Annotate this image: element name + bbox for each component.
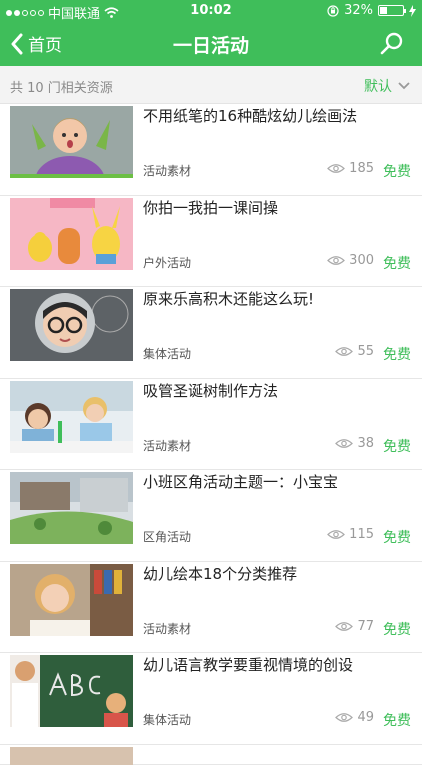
- item-category: 户外活动: [143, 255, 192, 270]
- view-count: 185: [327, 161, 374, 176]
- list-item[interactable]: 幼儿绘本18个分类推荐 活动素材 77 免费: [0, 561, 422, 653]
- status-right: 32%: [327, 3, 416, 18]
- chevron-down-icon: [398, 82, 410, 90]
- view-count-value: 77: [357, 618, 374, 634]
- price-label: 免费: [383, 347, 411, 363]
- eye-icon: [327, 530, 346, 539]
- view-count-value: 49: [357, 710, 374, 725]
- charging-icon: [409, 4, 416, 17]
- view-count: 38: [335, 436, 374, 451]
- item-title: 原来乐高积木还能这么玩!: [143, 290, 315, 308]
- search-button[interactable]: [380, 32, 404, 60]
- navigation-bar: 首页 一日活动: [0, 22, 422, 66]
- list-item[interactable]: 吸管圣诞树制作方法 活动素材 38 免费: [0, 378, 422, 470]
- item-title: 幼儿绘本18个分类推荐: [143, 564, 298, 583]
- eye-icon: [335, 438, 354, 448]
- list-item[interactable]: 不用纸笔的16种酷炫幼儿绘画法 活动素材 185 免费: [0, 104, 422, 196]
- price-label: 免费: [383, 530, 411, 546]
- item-title: 吸管圣诞树制作方法: [143, 381, 279, 400]
- back-label: 首页: [28, 36, 62, 56]
- item-title: 不用纸笔的16种酷炫幼儿绘画法: [143, 107, 358, 125]
- thumbnail-image: [10, 380, 133, 453]
- battery-fill: [380, 7, 388, 14]
- view-count: 115: [327, 527, 374, 542]
- thumbnail-image: [10, 197, 133, 270]
- price-label: 免费: [383, 438, 411, 455]
- price-label: 免费: [383, 255, 411, 272]
- thumbnail-image: [10, 472, 133, 544]
- item-category: 集体活动: [143, 347, 192, 361]
- list-item[interactable]: 你拍一我拍一课间操 户外活动 300 免费: [0, 195, 422, 287]
- thumbnail-image: [10, 106, 133, 178]
- item-category: 活动素材: [143, 164, 192, 178]
- chevron-left-icon: [11, 33, 23, 54]
- view-count-value: 115: [349, 527, 374, 542]
- view-count-value: 300: [349, 252, 374, 268]
- status-bar: 中国联通 10:02 32%: [0, 0, 422, 22]
- resource-list: 不用纸笔的16种酷炫幼儿绘画法 活动素材 185 免费 你拍一我拍一课间操 户外…: [0, 104, 422, 765]
- view-count: 55: [335, 344, 374, 359]
- item-category: 区角活动: [143, 530, 192, 544]
- eye-icon: [335, 347, 354, 356]
- resource-count: 共 10 门相关资源: [10, 81, 113, 96]
- sort-dropdown[interactable]: 默认: [364, 76, 410, 96]
- view-count-value: 185: [349, 161, 374, 176]
- list-item[interactable]: 小班区角活动主题一：小宝宝 区角活动 115 免费: [0, 470, 422, 562]
- eye-icon: [335, 713, 354, 722]
- back-button[interactable]: 首页: [10, 31, 62, 56]
- thumbnail-image: [10, 289, 133, 361]
- item-category: 活动素材: [143, 621, 192, 636]
- eye-icon: [327, 164, 346, 173]
- filter-bar: 共 10 门相关资源 默认: [0, 66, 422, 104]
- item-category: 活动素材: [143, 438, 192, 453]
- item-title: 你拍一我拍一课间操: [143, 198, 279, 217]
- list-item[interactable]: 原来乐高积木还能这么玩! 集体活动 55 免费: [0, 287, 422, 379]
- price-label: 免费: [383, 164, 411, 180]
- battery-percent: 32%: [344, 3, 373, 18]
- orientation-lock-icon: [327, 4, 339, 17]
- battery-icon: [378, 5, 406, 16]
- view-count: 77: [335, 619, 374, 634]
- list-item[interactable]: [0, 744, 422, 765]
- item-title: 小班区角活动主题一：小宝宝: [143, 473, 339, 491]
- thumbnail-image: [10, 655, 133, 727]
- thumbnail-image: [10, 563, 133, 636]
- item-title: 幼儿语言教学要重视情境的创设: [143, 656, 354, 674]
- eye-icon: [327, 255, 346, 265]
- thumbnail-image: [10, 746, 133, 765]
- search-icon: [380, 32, 403, 55]
- view-count-value: 55: [357, 344, 374, 359]
- item-category: 集体活动: [143, 713, 192, 727]
- view-count-value: 38: [357, 435, 374, 451]
- view-count: 49: [335, 710, 374, 725]
- page-title: 一日活动: [172, 35, 249, 57]
- eye-icon: [335, 621, 354, 631]
- list-item[interactable]: 幼儿语言教学要重视情境的创设 集体活动 49 免费: [0, 653, 422, 745]
- sort-label: 默认: [364, 79, 392, 95]
- price-label: 免费: [383, 621, 411, 638]
- price-label: 免费: [383, 713, 411, 729]
- view-count: 300: [327, 253, 374, 268]
